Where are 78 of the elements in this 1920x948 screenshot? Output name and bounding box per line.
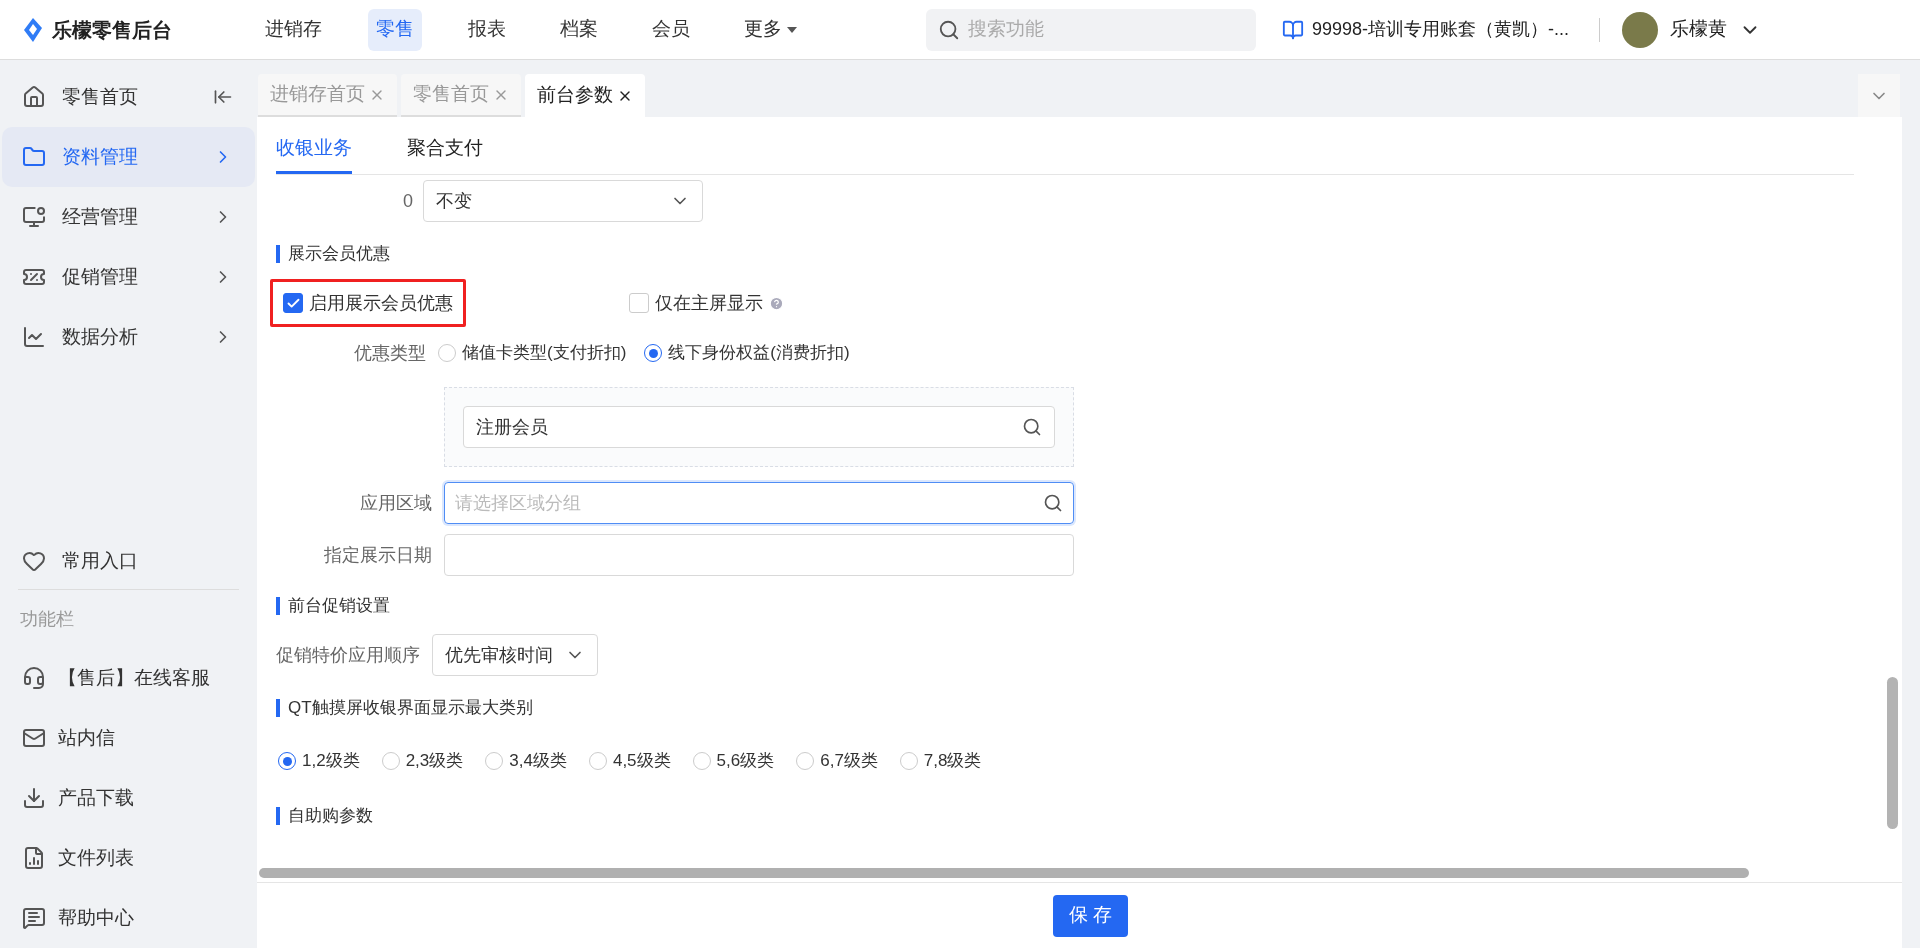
message-icon	[22, 906, 46, 930]
line-chart-icon	[22, 325, 46, 349]
book-icon	[1282, 18, 1304, 41]
select-field[interactable]: 不变	[423, 180, 703, 222]
radio-label: 2,3级类	[405, 750, 464, 773]
sidebar-item[interactable]: 产品下载	[2, 768, 255, 828]
section-title: QT触摸屏收银界面显示最大类别	[288, 697, 533, 720]
heart-icon	[22, 549, 46, 573]
bar-chart-file-icon	[22, 846, 46, 870]
nav-item[interactable]: 进销存	[257, 8, 330, 51]
monitor-icon	[22, 205, 46, 229]
section-title: 前台促销设置	[288, 595, 390, 618]
user-name: 乐檬黄	[1670, 17, 1728, 42]
help-icon[interactable]	[769, 295, 784, 311]
section-title: 展示会员优惠	[288, 243, 390, 266]
sidebar-item[interactable]: 【售后】在线客服	[2, 648, 255, 708]
page-tab[interactable]: 前台参数	[525, 74, 645, 117]
radio-label: 1,2级类	[302, 750, 360, 773]
radio-label: 线下身份权益(消费折扣)	[668, 342, 850, 365]
horizontal-scrollbar[interactable]	[259, 868, 1749, 878]
folder-icon	[22, 145, 46, 169]
collapse-icon[interactable]	[213, 87, 233, 107]
radio-label: 4,5级类	[612, 750, 671, 773]
tabs-dropdown-button[interactable]	[1858, 74, 1900, 117]
sidebar-item[interactable]: 零售首页	[2, 67, 255, 127]
search-icon	[1022, 417, 1042, 437]
sidebar-item[interactable]: 经营管理	[2, 187, 255, 247]
radio-label: 3,4级类	[509, 750, 567, 773]
sidebar-item[interactable]: 资料管理	[2, 127, 255, 187]
app-title: 乐檬零售后台	[52, 17, 172, 43]
sidebar-item[interactable]: 数据分析	[2, 307, 255, 367]
search-icon	[1043, 493, 1063, 513]
logo-icon	[22, 16, 44, 43]
field-label: 0	[403, 189, 413, 213]
sidebar-item[interactable]: 促销管理	[2, 247, 255, 307]
vertical-scrollbar[interactable]	[1887, 677, 1898, 829]
headset-icon	[22, 666, 46, 690]
field-label: 应用区域	[359, 491, 432, 515]
section-marker	[276, 807, 280, 825]
sidebar-item[interactable]: 站内信	[2, 708, 255, 768]
search-icon	[938, 18, 960, 41]
avatar[interactable]	[1622, 11, 1659, 48]
sidebar-item[interactable]: 文件列表	[2, 828, 255, 888]
save-button[interactable]: 保 存	[1052, 894, 1129, 937]
search-field[interactable]: 注册会员	[463, 406, 1055, 448]
section-marker	[276, 699, 280, 717]
radio-button[interactable]	[644, 344, 663, 362]
select-field[interactable]: 优先审核时间	[432, 634, 598, 676]
nav-item[interactable]: 报表	[460, 8, 514, 51]
sub-tab[interactable]: 聚合支付	[407, 117, 483, 174]
checkbox-label: 仅在主屏显示	[655, 291, 763, 315]
sidebar-item[interactable]: 常用入口	[2, 533, 255, 589]
radio-button[interactable]	[278, 752, 296, 770]
caret-icon	[786, 25, 798, 34]
checkbox-label: 启用展示会员优惠	[309, 291, 453, 315]
field-label: 优惠类型	[353, 341, 426, 365]
download-icon	[22, 786, 46, 810]
sidebar-section-label: 功能栏	[20, 607, 74, 631]
section-marker	[276, 597, 280, 615]
envelope-icon	[22, 726, 46, 750]
field-label: 指定展示日期	[323, 543, 432, 567]
radio-label: 7,8级类	[923, 750, 982, 773]
section-marker	[276, 245, 280, 263]
section-title: 自助购参数	[288, 805, 373, 828]
field-label: 促销特价应用顺序	[276, 643, 420, 667]
checkbox[interactable]	[283, 293, 303, 313]
date-field[interactable]	[444, 534, 1074, 576]
radio-label: 6,7级类	[820, 750, 878, 773]
sub-tab[interactable]: 收银业务	[276, 117, 352, 174]
nav-item[interactable]: 更多	[736, 8, 806, 51]
radio-label: 5,6级类	[716, 750, 775, 773]
nav-item[interactable]: 档案	[552, 8, 606, 51]
account-name[interactable]: 99998-培训专用账套（黄凯）-...	[1312, 16, 1570, 43]
sidebar-item[interactable]: 帮助中心	[2, 888, 255, 948]
nav-item[interactable]: 零售	[368, 8, 422, 51]
nav-item[interactable]: 会员	[644, 8, 698, 51]
radio-label: 储值卡类型(支付折扣)	[462, 342, 627, 365]
home-icon	[22, 85, 46, 109]
